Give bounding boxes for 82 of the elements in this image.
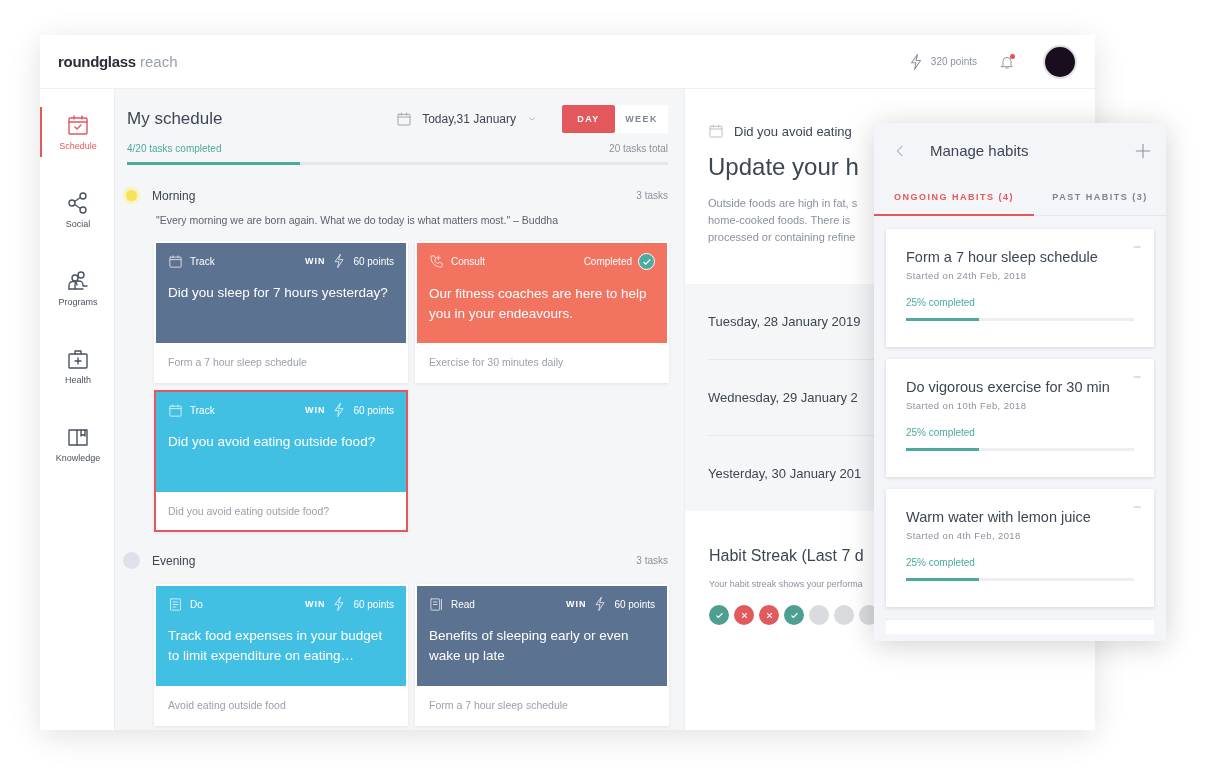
task-count: 3 tasks bbox=[636, 555, 668, 566]
description-line: Outside foods are high in fat, s bbox=[708, 196, 858, 211]
date-row[interactable]: Wednesday, 29 January 2 bbox=[708, 390, 858, 405]
task-title: Track food expenses in your budget to limit expenditure on eating… bbox=[168, 627, 384, 665]
calendar-icon bbox=[168, 402, 183, 418]
app-logo[interactable]: roundglass reach bbox=[58, 53, 178, 70]
habit-title: Warm water with lemon juice bbox=[906, 509, 1092, 525]
task-title: Did you sleep for 7 hours yesterday? bbox=[168, 284, 389, 302]
habit-progress-label: 25% completed bbox=[906, 427, 976, 438]
task-goal: Form a 7 hour sleep schedule bbox=[167, 355, 308, 370]
habit-card[interactable]: Form a 7 hour sleep schedule Started on 24th Feb, 2018 25% completed bbox=[886, 229, 1154, 347]
quote: "Every morning we are born again. What we do today is what matters most." – Buddha bbox=[156, 214, 559, 226]
detail-heading: Update your h bbox=[708, 153, 859, 181]
section-title: Evening bbox=[152, 553, 196, 568]
win-label: WIN bbox=[304, 599, 326, 609]
task-title: Benefits of sleeping early or even wake up late bbox=[429, 627, 630, 665]
task-card[interactable]: Track WIN 60 points Did you sleep for 7 hours yesterday? Form a 7 hour sleep schedule bbox=[154, 241, 408, 383]
page-title: My schedule bbox=[127, 109, 223, 129]
section-title: Morning bbox=[152, 188, 196, 203]
task-type: Track bbox=[190, 404, 215, 416]
task-title: Did you avoid eating outside food? bbox=[168, 433, 377, 451]
habit-start-date: Started on 4th Feb, 2018 bbox=[906, 530, 1022, 541]
avatar[interactable] bbox=[1043, 44, 1077, 79]
date-picker[interactable]: Today,31 January bbox=[422, 112, 516, 126]
calendar-icon bbox=[168, 253, 183, 269]
points-label: 60 points bbox=[614, 598, 655, 610]
view-toggle[interactable]: WEEK bbox=[615, 105, 668, 133]
document-icon bbox=[168, 596, 183, 612]
habit-progress-label: 25% completed bbox=[906, 557, 976, 568]
win-label: WIN bbox=[565, 599, 587, 609]
task-type: Read bbox=[451, 598, 475, 610]
task-count: 3 tasks bbox=[636, 190, 668, 201]
habit-card[interactable]: Do vigorous exercise for 30 min Started on 10th Feb, 2018 25% completed bbox=[886, 359, 1154, 477]
task-goal: Avoid eating outside food bbox=[167, 698, 287, 713]
date-row[interactable]: Tuesday, 28 January 2019 bbox=[708, 314, 861, 329]
points-label: 320 points bbox=[930, 56, 977, 67]
win-label: WIN bbox=[304, 256, 326, 266]
task-type: Do bbox=[190, 598, 203, 610]
sidebar-item[interactable]: Knowledge bbox=[40, 419, 114, 469]
add-button[interactable] bbox=[1134, 141, 1152, 160]
habit-progress-label: 25% completed bbox=[906, 297, 976, 308]
panel-title: Manage habits bbox=[930, 142, 1029, 159]
streak-title: Habit Streak (Last 7 d bbox=[709, 547, 864, 565]
progress-label: 4/20 tasks completed bbox=[127, 143, 222, 154]
document-icon bbox=[429, 596, 444, 612]
description-line: home-cooked foods. There is bbox=[708, 213, 851, 228]
calendar-icon bbox=[708, 123, 724, 139]
win-label: WIN bbox=[304, 405, 326, 415]
total-label: 20 tasks total bbox=[609, 143, 668, 154]
date-row[interactable]: Yesterday, 30 January 201 bbox=[708, 466, 862, 481]
status-label: Completed bbox=[583, 256, 632, 267]
sidebar-item[interactable]: Health bbox=[40, 341, 114, 391]
calendar-check-icon bbox=[66, 113, 90, 137]
task-goal: Did you avoid eating outside food? bbox=[167, 504, 331, 519]
phone-icon bbox=[429, 254, 444, 269]
check-icon bbox=[638, 253, 655, 270]
points-label: 60 points bbox=[353, 404, 394, 416]
task-type: Consult bbox=[451, 256, 485, 267]
points-label: 60 points bbox=[353, 255, 394, 267]
task-title: Our fitness coaches are here to help you in your endeavours. bbox=[429, 285, 648, 323]
habit-title: Form a 7 hour sleep schedule bbox=[906, 249, 1099, 265]
streak-description: Your habit streak shows your performa bbox=[709, 579, 863, 589]
medical-kit-icon bbox=[66, 347, 90, 371]
sidebar-item[interactable]: Social bbox=[40, 185, 114, 235]
points-label: 60 points bbox=[353, 598, 394, 610]
task-goal: Form a 7 hour sleep schedule bbox=[428, 698, 569, 713]
habit-card[interactable]: Warm water with lemon juice Started on 4th Feb, 2018 25% completed bbox=[886, 489, 1154, 607]
task-type: Track bbox=[190, 255, 215, 267]
view-toggle[interactable]: DAY bbox=[562, 105, 615, 133]
habit-title: Do vigorous exercise for 30 min bbox=[906, 379, 1111, 395]
habit-start-date: Started on 10th Feb, 2018 bbox=[906, 400, 1028, 411]
task-card[interactable]: Read WIN 60 points Benefits of sleeping early or even wake up late Form a 7 hour sleep schedule bbox=[415, 584, 669, 726]
habit-start-date: Started on 24th Feb, 2018 bbox=[906, 270, 1028, 281]
task-goal: Exercise for 30 minutes daily bbox=[428, 355, 565, 370]
question-label: Did you avoid eating bbox=[734, 123, 852, 139]
plus-icon bbox=[1134, 141, 1152, 160]
share-icon bbox=[66, 191, 90, 215]
sidebar-item[interactable]: Programs bbox=[40, 263, 114, 313]
calendar-icon bbox=[396, 111, 413, 127]
sidebar-item[interactable]: Schedule bbox=[40, 107, 114, 157]
description-line: processed or containing refine bbox=[708, 230, 856, 245]
people-icon bbox=[66, 269, 90, 293]
